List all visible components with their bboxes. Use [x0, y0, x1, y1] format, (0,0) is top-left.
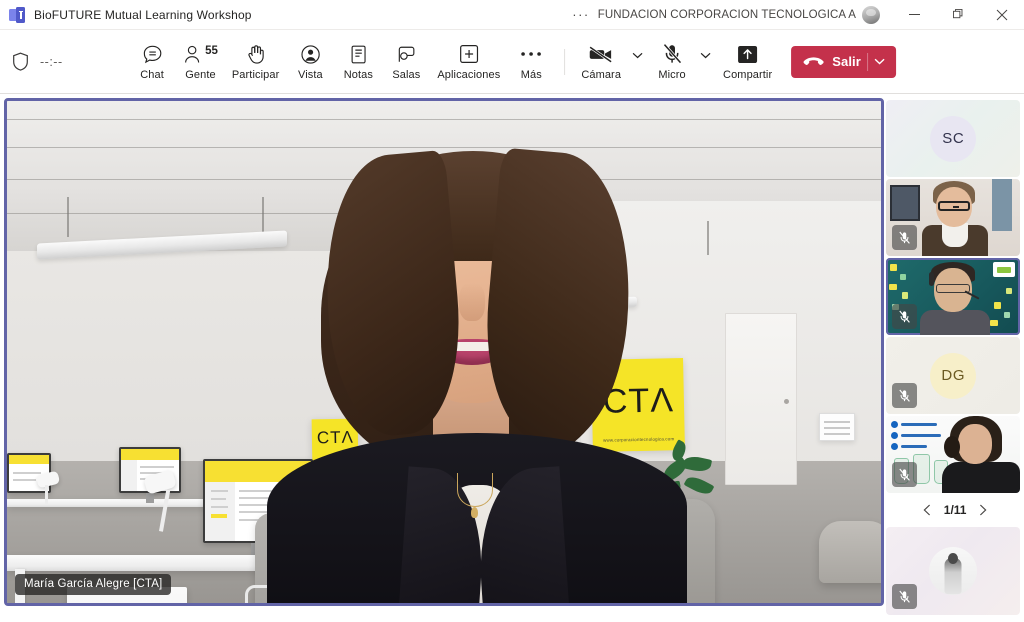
- camera-button[interactable]: Cámara: [574, 40, 628, 83]
- main-video-tile[interactable]: CTΛ www.corporaciontecnologica.com CTΛ c…: [4, 98, 885, 606]
- participant-tile-6[interactable]: [886, 527, 1021, 615]
- people-button[interactable]: 55 Gente: [176, 40, 225, 83]
- participant-tile-4[interactable]: DG: [886, 337, 1021, 414]
- apps-plus-icon: [459, 43, 479, 65]
- people-icon-row: 55: [183, 43, 218, 65]
- share-label: Compartir: [723, 69, 773, 81]
- raise-hand-button[interactable]: Participar: [225, 40, 286, 83]
- share-button[interactable]: Compartir: [716, 40, 779, 83]
- page-indicator: 1/11: [943, 503, 967, 517]
- hangup-icon: [803, 56, 824, 68]
- camera-off-icon: [588, 43, 614, 65]
- participant-tile-2[interactable]: [886, 179, 1021, 256]
- title-bar: BioFUTURE Mutual Learning Workshop ··· F…: [0, 0, 1024, 30]
- people-icon: [185, 45, 200, 63]
- filmstrip-pager: 1/11: [886, 495, 1024, 525]
- mic-off-icon: [892, 225, 918, 250]
- meeting-stage: CTΛ www.corporaciontecnologica.com CTΛ c…: [0, 94, 1024, 616]
- view-label: Vista: [297, 69, 323, 81]
- participant-filmstrip: SC DG 1/11: [886, 98, 1024, 616]
- restore-icon[interactable]: [936, 0, 980, 30]
- leave-label: Salir: [832, 54, 861, 69]
- notes-label: Notas: [343, 69, 373, 81]
- toolbar-center-group: Chat 55 Gente Participar Vista Notas Sal…: [128, 30, 896, 93]
- participant-tile-3[interactable]: [886, 258, 1021, 335]
- apps-button[interactable]: Aplicaciones: [430, 40, 507, 83]
- tile-logo-badge: [993, 262, 1016, 277]
- mic-button[interactable]: Micro: [648, 40, 696, 83]
- more-ellipsis-icon: [520, 43, 542, 65]
- teams-logo-icon: [9, 6, 25, 23]
- mic-off-icon: [892, 462, 918, 487]
- shield-icon: [12, 52, 29, 71]
- more-button[interactable]: Más: [507, 40, 555, 83]
- meeting-timer: --:--: [40, 54, 63, 69]
- mic-off-icon: [892, 383, 918, 408]
- participant-tile-1[interactable]: SC: [886, 100, 1021, 177]
- meeting-title: BioFUTURE Mutual Learning Workshop: [34, 7, 252, 22]
- raise-hand-icon: [246, 43, 266, 65]
- rooms-label: Salas: [392, 69, 421, 81]
- mic-off-icon: [892, 584, 918, 609]
- notes-icon: [349, 43, 368, 65]
- avatar-initials: SC: [930, 115, 977, 162]
- avatar-initials: DG: [930, 352, 977, 399]
- avatar-photo: [929, 547, 978, 595]
- camera-chevron-down-icon[interactable]: [628, 36, 648, 76]
- rooms-button[interactable]: Salas: [382, 40, 430, 83]
- chat-icon: [142, 43, 163, 65]
- apps-label: Aplicaciones: [437, 69, 501, 81]
- speaker-name-label: María García Alegre [CTA]: [15, 574, 172, 595]
- minimize-icon[interactable]: [892, 0, 936, 30]
- titlebar-overflow-button[interactable]: ···: [564, 0, 598, 29]
- meeting-toolbar: --:-- Chat 55 Gente Participar Vista Not…: [0, 30, 1024, 94]
- organization-label: FUNDACION CORPORACION TECNOLOGICA A: [597, 8, 856, 21]
- title-bar-right: ··· FUNDACION CORPORACION TECNOLOGICA A: [564, 0, 1024, 29]
- notes-button[interactable]: Notas: [334, 40, 382, 83]
- toolbar-left-group: --:--: [0, 52, 63, 71]
- close-icon[interactable]: [980, 0, 1024, 30]
- camera-label: Cámara: [581, 69, 622, 81]
- toolbar-divider: [564, 48, 566, 75]
- title-bar-left: BioFUTURE Mutual Learning Workshop: [0, 6, 252, 23]
- share-screen-icon: [737, 43, 758, 65]
- mic-off-icon: [662, 43, 682, 65]
- mic-label: Micro: [658, 69, 686, 81]
- participant-tile-5[interactable]: [886, 416, 1021, 493]
- leave-chevron-down-icon[interactable]: [868, 58, 892, 65]
- chevron-left-icon[interactable]: [919, 500, 935, 520]
- mic-off-icon: [892, 304, 918, 329]
- chat-button[interactable]: Chat: [128, 40, 176, 83]
- view-button[interactable]: Vista: [286, 40, 334, 83]
- more-label: Más: [520, 69, 542, 81]
- mic-chevron-down-icon[interactable]: [696, 36, 716, 76]
- people-label: Gente: [185, 69, 216, 81]
- leave-button[interactable]: Salir: [791, 45, 896, 78]
- chevron-right-icon[interactable]: [975, 500, 991, 520]
- view-icon: [300, 43, 321, 65]
- avatar[interactable]: [862, 5, 880, 24]
- chat-label: Chat: [140, 69, 164, 81]
- breakout-rooms-icon: [396, 43, 417, 65]
- people-count: 55: [205, 45, 218, 57]
- speaker-person: [267, 133, 687, 603]
- raise-hand-label: Participar: [231, 69, 280, 81]
